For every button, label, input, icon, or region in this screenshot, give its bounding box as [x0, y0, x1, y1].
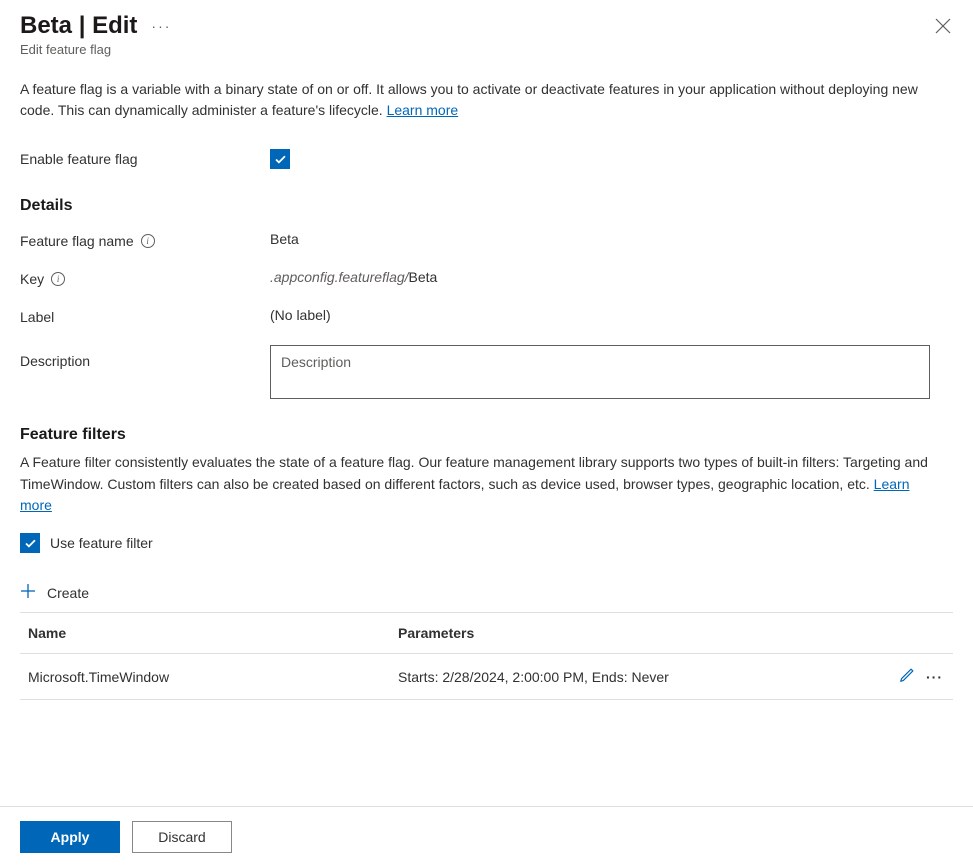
intro-body: A feature flag is a variable with a bina…: [20, 81, 918, 118]
filter-col-params: Parameters: [376, 625, 947, 641]
intro-learn-more-link[interactable]: Learn more: [387, 102, 459, 118]
use-feature-filter-label: Use feature filter: [50, 535, 153, 551]
plus-icon: [20, 583, 36, 602]
filter-row-name: Microsoft.TimeWindow: [26, 669, 376, 685]
label-label: Label: [20, 307, 270, 325]
key-prefix: .appconfig.featureflag/: [270, 269, 409, 285]
filter-col-name: Name: [26, 625, 376, 641]
filter-table-header: Name Parameters: [20, 613, 953, 654]
apply-button[interactable]: Apply: [20, 821, 120, 853]
check-icon: [24, 537, 37, 550]
pencil-icon: [898, 666, 916, 684]
close-button[interactable]: [935, 18, 951, 37]
description-label: Description: [20, 345, 270, 369]
key-value: .appconfig.featureflag/Beta: [270, 269, 953, 285]
close-icon: [935, 18, 951, 34]
create-filter-label: Create: [47, 585, 89, 601]
feature-flag-name-label: Feature flag name: [20, 233, 134, 249]
label-value: (No label): [270, 307, 953, 323]
use-feature-filter-checkbox[interactable]: [20, 533, 40, 553]
edit-filter-button[interactable]: [898, 666, 916, 687]
filters-text: A Feature filter consistently evaluates …: [20, 452, 940, 517]
feature-flag-name-value: Beta: [270, 231, 953, 247]
table-row: Microsoft.TimeWindow Starts: 2/28/2024, …: [20, 654, 953, 700]
details-section-header: Details: [20, 197, 953, 215]
filter-table: Name Parameters Microsoft.TimeWindow Sta…: [20, 612, 953, 700]
footer: Apply Discard: [0, 806, 973, 867]
filters-section-header: Feature filters: [20, 426, 953, 444]
check-icon: [274, 153, 287, 166]
key-name: Beta: [409, 269, 438, 285]
info-icon[interactable]: i: [51, 272, 65, 286]
enable-flag-checkbox[interactable]: [270, 149, 290, 169]
description-input[interactable]: [270, 345, 930, 399]
info-icon[interactable]: i: [141, 234, 155, 248]
filter-more-actions-button[interactable]: ···: [926, 669, 943, 685]
enable-flag-label: Enable feature flag: [20, 149, 270, 167]
intro-text: A feature flag is a variable with a bina…: [20, 79, 940, 121]
create-filter-button[interactable]: Create: [20, 577, 953, 608]
page-subtitle: Edit feature flag: [0, 40, 973, 57]
filter-row-params: Starts: 2/28/2024, 2:00:00 PM, Ends: Nev…: [376, 669, 898, 685]
discard-button[interactable]: Discard: [132, 821, 232, 853]
more-actions-icon[interactable]: ···: [151, 18, 171, 34]
key-label: Key: [20, 271, 44, 287]
filters-body: A Feature filter consistently evaluates …: [20, 454, 928, 492]
page-title: Beta | Edit: [20, 12, 137, 40]
